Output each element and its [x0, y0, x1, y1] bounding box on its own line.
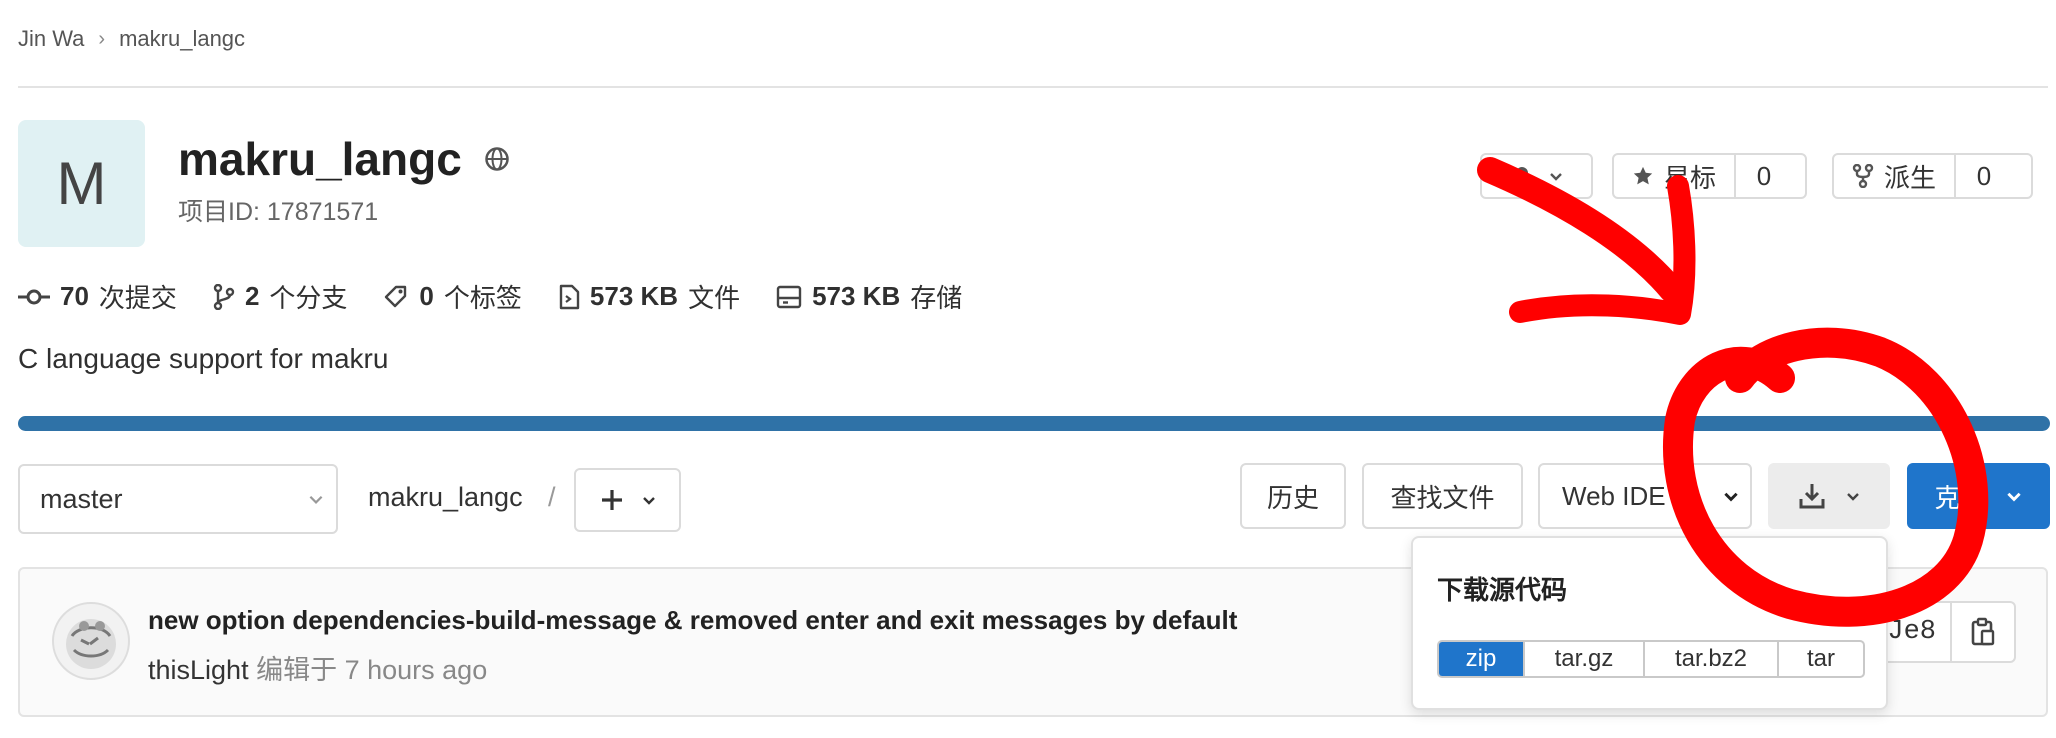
- annotation-arrow-head: [1509, 175, 1696, 325]
- repo-path-root[interactable]: makru_langc: [368, 482, 523, 513]
- repo-path-separator: /: [548, 482, 556, 512]
- branch-select[interactable]: master: [18, 464, 338, 534]
- copy-sha-button[interactable]: [1950, 601, 2016, 663]
- chevron-down-icon: [1722, 465, 1740, 527]
- branches-label: 个分支: [269, 283, 348, 313]
- commit-icon: [18, 289, 50, 304]
- branch-name: master: [40, 483, 123, 514]
- star-icon: [1633, 166, 1653, 185]
- clipboard-icon: [1971, 617, 1995, 646]
- project-avatar[interactable]: M: [18, 120, 145, 247]
- commit-meta: thisLight 编辑于 7 hours ago: [148, 648, 487, 687]
- format-targz-button[interactable]: tar.gz: [1525, 642, 1645, 676]
- archive-format-group: zip tar.gz tar.bz2 tar: [1437, 640, 1865, 678]
- web-ide-button[interactable]: Web IDE: [1538, 463, 1752, 529]
- tags-label: 个标签: [443, 283, 522, 313]
- download-dropdown-title: 下载源代码: [1437, 575, 1568, 605]
- breadcrumb-owner-link[interactable]: Jin Wa: [18, 26, 84, 52]
- tags-stat[interactable]: 0 个标签: [383, 278, 522, 315]
- star-button-label-wrap: 星标: [1614, 155, 1737, 197]
- star-label: 星标: [1664, 162, 1717, 193]
- project-description: C language support for makru: [18, 343, 389, 374]
- format-zip-button[interactable]: zip: [1439, 642, 1525, 676]
- commit-author-link[interactable]: thisLight: [148, 655, 249, 685]
- chevron-down-icon: [1549, 173, 1562, 181]
- download-source-dropdown: [1411, 536, 1888, 710]
- star-count[interactable]: 0: [1736, 155, 1792, 197]
- download-button[interactable]: [1768, 463, 1890, 529]
- divider: [18, 86, 2048, 88]
- format-tar-button[interactable]: tar: [1779, 642, 1863, 676]
- breadcrumb-separator: ›: [98, 27, 106, 50]
- commits-label: 次提交: [98, 283, 177, 313]
- clone-button[interactable]: 克隆: [1907, 463, 2050, 529]
- storage-label: 存储: [910, 283, 963, 313]
- globe-icon: [485, 147, 509, 171]
- chevron-down-icon: [2006, 492, 2021, 502]
- storage-size: 573 KB: [812, 281, 901, 311]
- breadcrumb: Jin Wa › makru_langc: [18, 26, 245, 52]
- tags-count: 0: [419, 281, 434, 311]
- tag-icon: [385, 285, 407, 307]
- files-size: 573 KB: [589, 281, 679, 311]
- repository-language-bar-fill: [18, 416, 2050, 431]
- commit-message[interactable]: new option dependencies-build-message & …: [148, 605, 1237, 636]
- format-tarbz2-button[interactable]: tar.bz2: [1645, 642, 1779, 676]
- fork-icon: [1852, 164, 1874, 188]
- repository-language-bar: [18, 416, 2050, 431]
- download-icon: [1799, 484, 1825, 509]
- fork-button[interactable]: 派生 0: [1832, 153, 2033, 199]
- chevron-down-icon: [296, 490, 336, 508]
- commits-count: 70: [60, 281, 89, 311]
- project-title[interactable]: makru_langc: [178, 132, 462, 186]
- clone-label: 克隆: [1934, 482, 1987, 513]
- files-label: 文件: [688, 283, 741, 313]
- project-id: 项目ID: 17871571: [178, 198, 379, 226]
- storage-icon: [776, 285, 802, 308]
- fork-count[interactable]: 0: [1956, 155, 2012, 197]
- find-file-button[interactable]: 查找文件: [1362, 463, 1523, 529]
- fork-button-label-wrap: 派生: [1834, 155, 1957, 197]
- chevron-down-icon: [642, 497, 655, 505]
- commit-author-avatar[interactable]: [52, 602, 130, 680]
- storage-stat[interactable]: 573 KB 存储: [776, 278, 962, 315]
- add-to-tree-button[interactable]: [574, 468, 681, 532]
- plus-icon: [601, 490, 622, 510]
- commit-time: 7 hours ago: [344, 655, 488, 685]
- project-title-row: makru_langc: [178, 132, 510, 186]
- branch-icon: [213, 283, 235, 310]
- notification-dropdown-button[interactable]: [1480, 153, 1593, 199]
- files-stat[interactable]: 573 KB 文件: [558, 278, 740, 315]
- branches-count: 2: [244, 281, 260, 311]
- branches-stat[interactable]: 2 个分支: [213, 278, 347, 315]
- star-button[interactable]: 星标 0: [1612, 153, 1807, 199]
- breadcrumb-project-link[interactable]: makru_langc: [119, 26, 245, 52]
- web-ide-label: Web IDE: [1562, 480, 1666, 511]
- commits-stat[interactable]: 70 次提交: [18, 278, 177, 315]
- project-stats: 70 次提交 2 个分支 0 个标签 573 KB 文件 573 KB 存储: [18, 278, 962, 315]
- commit-action: 编辑于: [256, 655, 338, 685]
- file-code-icon: [559, 284, 580, 309]
- fork-label: 派生: [1884, 162, 1937, 193]
- chevron-down-icon: [1847, 493, 1859, 501]
- bell-icon: [1513, 167, 1530, 186]
- history-button[interactable]: 历史: [1240, 463, 1346, 529]
